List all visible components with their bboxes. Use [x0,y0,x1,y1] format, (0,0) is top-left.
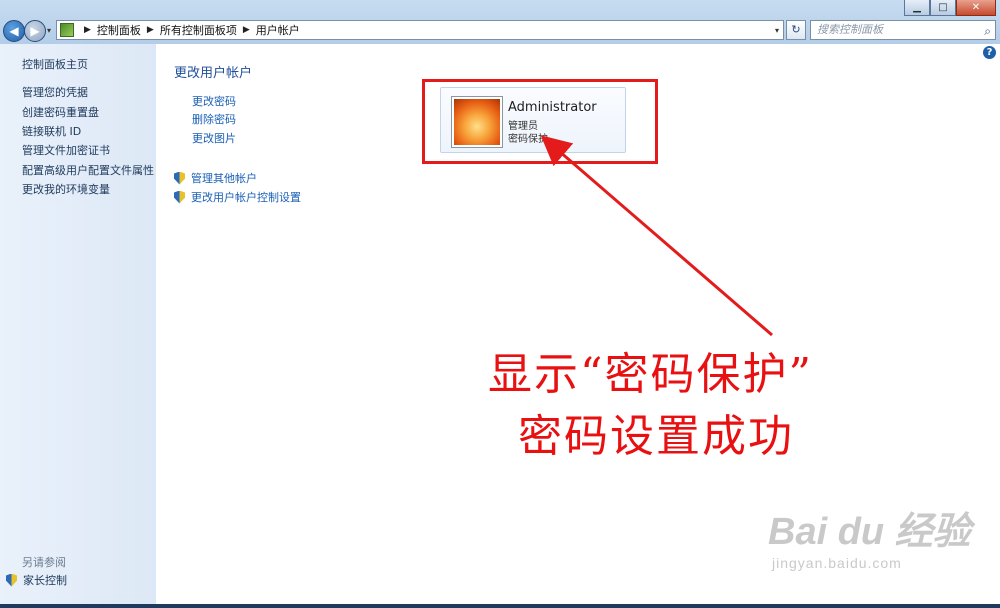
watermark-brand: Bai du 经验 [768,511,971,553]
annotation-line-1: 显示“密码保护” [488,349,813,400]
annotation-line-2: 密码设置成功 [518,411,794,462]
watermark-url: jingyan.baidu.com [772,555,902,571]
taskbar [0,604,1000,608]
watermark: Bai du 经验 jingyan.baidu.com [768,500,971,571]
